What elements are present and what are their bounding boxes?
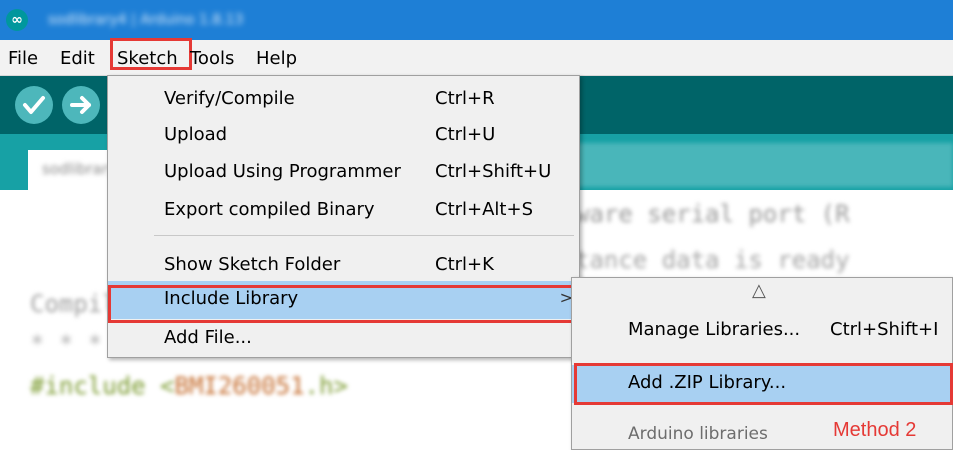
upload-button[interactable] — [62, 86, 100, 124]
menu-edit[interactable]: Edit — [60, 40, 95, 75]
code-include-library: BMI260051 — [174, 372, 305, 400]
menu-item-show-sketch-folder[interactable]: Show Sketch Folder Ctrl+K — [108, 246, 579, 284]
menu-item-shortcut: Ctrl+Alt+S — [435, 199, 533, 220]
menu-file[interactable]: File — [8, 40, 38, 75]
menu-item-shortcut: Ctrl+Shift+U — [435, 161, 552, 182]
menu-item-label: Manage Libraries... — [628, 319, 801, 340]
menu-item-label: Verify/Compile — [164, 88, 295, 109]
menu-item-label: Show Sketch Folder — [164, 254, 341, 275]
menu-item-upload-using-programmer[interactable]: Upload Using Programmer Ctrl+Shift+U — [108, 153, 579, 191]
scroll-up-icon[interactable]: △ — [752, 280, 766, 301]
code-line: ware serial port (R — [575, 200, 850, 228]
code-line-include: #include <BMI260051.h> — [30, 372, 348, 400]
menu-item-upload[interactable]: Upload Ctrl+U — [108, 116, 579, 154]
menu-sketch[interactable]: Sketch — [110, 38, 192, 70]
window-title: sodlibrary4 | Arduino 1.8.13 — [48, 12, 244, 28]
arrow-right-icon — [70, 96, 91, 114]
menu-tools[interactable]: Tools — [190, 40, 234, 75]
menu-help[interactable]: Help — [256, 40, 297, 75]
verify-button[interactable] — [15, 86, 53, 124]
infinity-icon: ∞ — [6, 9, 28, 31]
menu-item-verify-compile[interactable]: Verify/Compile Ctrl+R — [108, 80, 579, 118]
code-include-suffix: .h> — [304, 372, 348, 400]
menu-item-shortcut: Ctrl+U — [435, 124, 496, 145]
code-include-keyword: #include < — [30, 372, 175, 400]
menu-item-shortcut: Ctrl+K — [435, 254, 494, 275]
method-annotation: Method 2 — [833, 419, 917, 441]
menu-item-add-file[interactable]: Add File... — [108, 319, 579, 357]
menu-bar: File Edit Sketch Tools Help — [0, 38, 953, 76]
menu-item-manage-libraries[interactable]: Manage Libraries... Ctrl+Shift+I — [572, 314, 952, 352]
highlight-box-add-zip-library — [574, 363, 953, 405]
menu-item-label: Upload — [164, 124, 228, 145]
menu-item-export-compiled-binary[interactable]: Export compiled Binary Ctrl+Alt+S — [108, 191, 579, 229]
menu-item-shortcut: Ctrl+Shift+I — [830, 319, 939, 340]
menu-separator — [154, 235, 574, 236]
tab-strip-blur — [560, 143, 953, 187]
menu-section-label: Arduino libraries — [628, 424, 768, 444]
menu-item-label: Export compiled Binary — [164, 199, 375, 220]
menu-item-label: Upload Using Programmer — [164, 161, 401, 182]
menu-item-shortcut: Ctrl+R — [435, 88, 495, 109]
title-bar: ∞ sodlibrary4 | Arduino 1.8.13 — [0, 0, 953, 40]
check-icon — [23, 96, 45, 114]
menu-item-label: Add File... — [164, 327, 252, 348]
code-line: tance data is ready — [575, 246, 850, 274]
highlight-box-include-library — [108, 285, 577, 323]
